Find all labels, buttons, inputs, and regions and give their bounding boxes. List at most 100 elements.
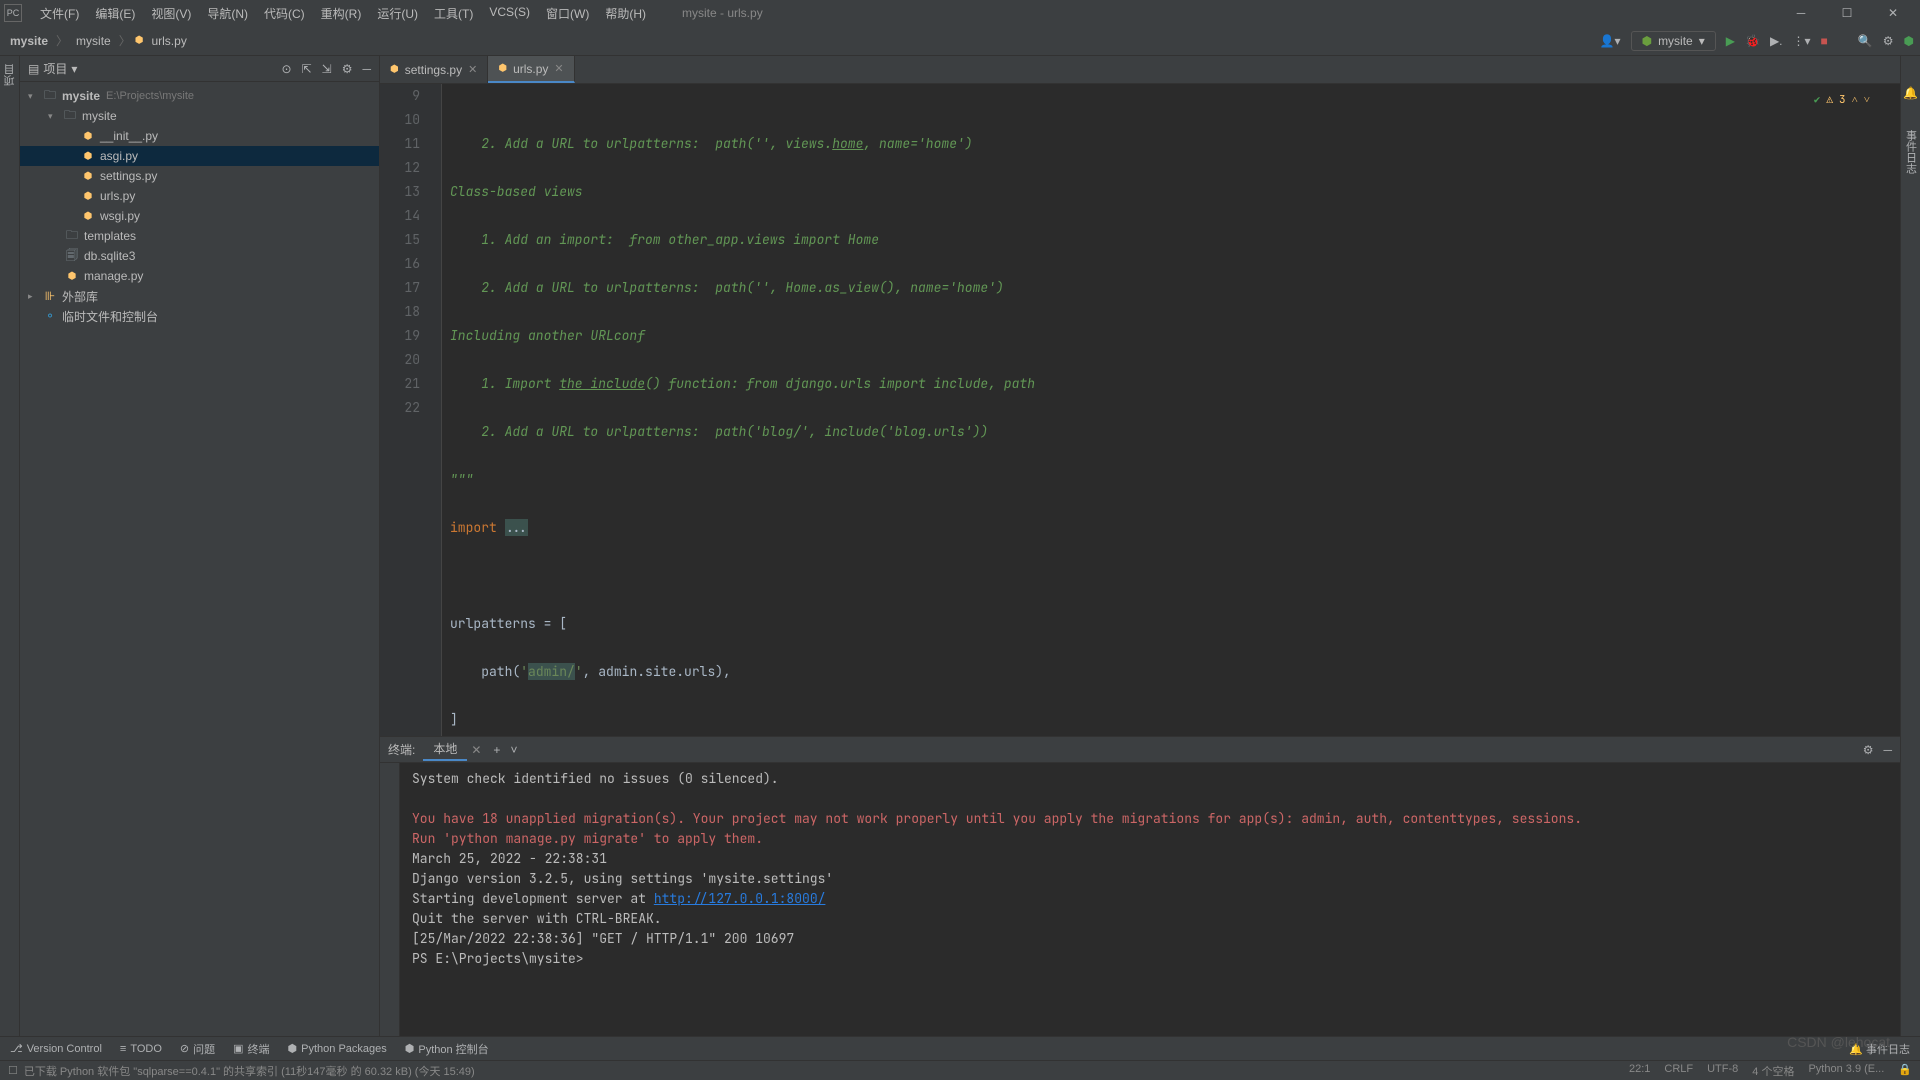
maximize-button[interactable]: ☐ [1824, 0, 1870, 26]
status-line-sep[interactable]: CRLF [1664, 1063, 1693, 1079]
project-toolwindow-button[interactable]: 项目 [2, 64, 17, 86]
learn-icon[interactable]: ⬢ [1904, 34, 1914, 48]
menu-window[interactable]: 窗口(W) [538, 1, 597, 26]
status-indicator-icon[interactable]: ☐ [8, 1064, 18, 1077]
project-sidebar: ▤ 项目 ▾ ⊙ ⇱ ⇲ ⚙ ─ ▾🗀mysiteE:\Projects\mys… [20, 56, 380, 1036]
run-icon[interactable]: ▶ [1726, 34, 1735, 48]
tree-item-file[interactable]: ⬢asgi.py [20, 146, 379, 166]
menu-code[interactable]: 代码(C) [256, 1, 313, 26]
tab-settings[interactable]: ⬢settings.py✕ [380, 56, 488, 83]
hide-icon[interactable]: ─ [1883, 743, 1892, 757]
terminal-output[interactable]: System check identified no issues (0 sil… [400, 763, 1900, 1036]
stop-icon[interactable]: ■ [1821, 34, 1828, 48]
chevron-down-icon[interactable]: ˅ [1864, 88, 1870, 112]
editor-body[interactable]: 910111213141516171819202122 ✔⚠3 ˄ ˅ 2. A… [380, 84, 1900, 736]
user-icon[interactable]: 👤▾ [1600, 34, 1621, 48]
server-url-link[interactable]: http://127.0.0.1:8000/ [654, 890, 826, 907]
gear-icon[interactable]: ⚙ [342, 62, 353, 76]
more-run-icon[interactable]: ⋮▾ [1793, 34, 1811, 48]
lock-icon[interactable]: 🔒 [1898, 1063, 1912, 1079]
hide-icon[interactable]: ─ [362, 62, 371, 76]
main-menu: 文件(F) 编辑(E) 视图(V) 导航(N) 代码(C) 重构(R) 运行(U… [32, 1, 654, 26]
menu-refactor[interactable]: 重构(R) [313, 1, 370, 26]
search-icon[interactable]: 🔍 [1858, 34, 1873, 48]
terminal-header: 终端: 本地 ✕ + ˅ ⚙ ─ [380, 737, 1900, 763]
menu-vcs[interactable]: VCS(S) [481, 1, 538, 26]
tree-item-file[interactable]: ⬢settings.py [20, 166, 379, 186]
tool-todo[interactable]: ≡TODO [120, 1043, 162, 1055]
tree-item-folder[interactable]: 🗀templates [20, 226, 379, 246]
menu-tools[interactable]: 工具(T) [426, 1, 481, 26]
navbar: mysite 〉 mysite 〉 ⬢ urls.py 👤▾ ⬢ mysite … [0, 26, 1920, 56]
menu-edit[interactable]: 编辑(E) [87, 1, 143, 26]
add-tab-icon[interactable]: + [493, 743, 500, 757]
terminal-icon: ▣ [233, 1042, 243, 1055]
tree-item-file[interactable]: ⬢urls.py [20, 186, 379, 206]
tool-label: Python 控制台 [418, 1041, 488, 1057]
terminal-tab[interactable]: 本地 [423, 738, 467, 761]
minimize-button[interactable]: ─ [1778, 0, 1824, 26]
tree-item-root[interactable]: ▾🗀mysiteE:\Projects\mysite [20, 86, 379, 106]
warning-count: 3 [1839, 88, 1846, 112]
status-message: 已下载 Python 软件包 "sqlparse==0.4.1" 的共享索引 (… [24, 1063, 475, 1079]
notifications-icon[interactable]: 🔔 [1903, 86, 1918, 100]
sidebar-header: ▤ 项目 ▾ ⊙ ⇱ ⇲ ⚙ ─ [20, 56, 379, 82]
menu-file[interactable]: 文件(F) [32, 1, 87, 26]
right-tool-gutter: 🔔 事件日志 [1900, 56, 1920, 1036]
tool-label: Version Control [27, 1043, 102, 1055]
python-file-icon: ⬢ [80, 131, 96, 142]
tree-item-file[interactable]: ⬢__init__.py [20, 126, 379, 146]
project-view-icon: ▤ [28, 62, 39, 76]
tree-item-file[interactable]: ⬢manage.py [20, 266, 379, 286]
status-encoding[interactable]: UTF-8 [1707, 1063, 1738, 1079]
tool-label: TODO [130, 1043, 162, 1055]
project-tree[interactable]: ▾🗀mysiteE:\Projects\mysite ▾🗀mysite ⬢__i… [20, 82, 379, 1036]
gear-icon[interactable]: ⚙ [1863, 743, 1874, 757]
eventlog-button[interactable]: 事件日志 [1903, 130, 1919, 174]
titlebar: PC 文件(F) 编辑(E) 视图(V) 导航(N) 代码(C) 重构(R) 运… [0, 0, 1920, 26]
status-interpreter[interactable]: Python 3.9 (E... [1808, 1063, 1884, 1079]
menu-navigate[interactable]: 导航(N) [199, 1, 256, 26]
crumb-file[interactable]: urls.py [147, 32, 190, 50]
expand-all-icon[interactable]: ⇱ [302, 62, 312, 76]
tab-urls[interactable]: ⬢urls.py✕ [488, 56, 574, 83]
inspection-widget[interactable]: ✔⚠3 ˄ ˅ [1814, 88, 1870, 112]
close-tab-icon[interactable]: ✕ [471, 743, 481, 757]
settings-icon[interactable]: ⚙ [1883, 34, 1894, 48]
crumb-root[interactable]: mysite [6, 32, 52, 50]
tool-terminal[interactable]: ▣终端 [233, 1041, 269, 1057]
chevron-right-icon: 〉 [56, 32, 68, 49]
tool-python-packages[interactable]: ⬢Python Packages [288, 1042, 387, 1055]
status-indent[interactable]: 4 个空格 [1752, 1063, 1794, 1079]
tree-item-file[interactable]: ⬢wsgi.py [20, 206, 379, 226]
tree-item-external[interactable]: ▸⊪外部库 [20, 286, 379, 306]
debug-icon[interactable]: 🐞 [1745, 34, 1760, 48]
window-controls: ─ ☐ ✕ [1778, 0, 1916, 26]
run-with-coverage-icon[interactable]: ▶. [1770, 34, 1783, 48]
sidebar-title[interactable]: ▤ 项目 ▾ [28, 60, 77, 77]
close-icon[interactable]: ✕ [468, 63, 477, 76]
tool-version-control[interactable]: ⎇Version Control [10, 1042, 102, 1055]
collapse-all-icon[interactable]: ⇲ [322, 62, 332, 76]
close-button[interactable]: ✕ [1870, 0, 1916, 26]
tool-problems[interactable]: ⊘问题 [180, 1041, 215, 1057]
tree-item-scratch[interactable]: ⚬临时文件和控制台 [20, 306, 379, 326]
code-editor[interactable]: ✔⚠3 ˄ ˅ 2. Add a URL to urlpatterns: pat… [442, 84, 1900, 736]
packages-icon: ⬢ [288, 1042, 298, 1055]
chevron-up-icon[interactable]: ˄ [1852, 88, 1858, 112]
run-config-selector[interactable]: ⬢ mysite ▾ [1631, 31, 1716, 51]
chevron-down-icon[interactable]: ˅ [510, 743, 517, 757]
tool-python-console[interactable]: ⬢Python 控制台 [405, 1041, 489, 1057]
tab-label: urls.py [513, 62, 548, 76]
problems-icon: ⊘ [180, 1042, 189, 1055]
menu-help[interactable]: 帮助(H) [597, 1, 654, 26]
menu-view[interactable]: 视图(V) [143, 1, 199, 26]
fold-gutter[interactable] [430, 84, 442, 736]
tree-item-folder[interactable]: ▾🗀mysite [20, 106, 379, 126]
close-icon[interactable]: ✕ [554, 62, 563, 75]
crumb-folder[interactable]: mysite [72, 32, 115, 50]
status-position[interactable]: 22:1 [1629, 1063, 1650, 1079]
tree-item-file[interactable]: 🗐db.sqlite3 [20, 246, 379, 266]
menu-run[interactable]: 运行(U) [369, 1, 426, 26]
locate-icon[interactable]: ⊙ [282, 62, 292, 76]
